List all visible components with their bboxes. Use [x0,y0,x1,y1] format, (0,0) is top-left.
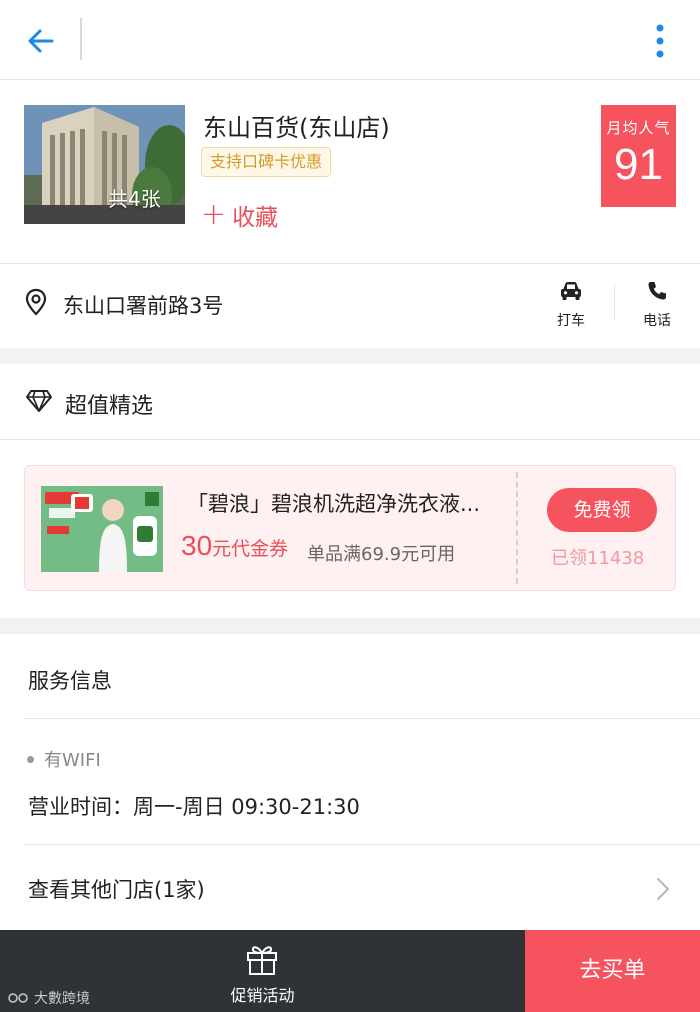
claimed-count: 已领11438 [551,548,645,569]
promotions-button[interactable]: 促销活动 大數跨境 [0,930,525,1012]
gift-icon [247,946,277,975]
popularity-badge: 月均人气 91 [601,105,676,207]
wifi-info: 有WIFI [27,746,101,772]
pay-bill-button[interactable]: 去买单 [525,930,700,1012]
deals-title: 超值精选 [65,394,154,419]
bottom-bar: 促销活动 大數跨境 去买单 [0,930,700,1012]
phone-icon [648,282,666,300]
location-pin-icon [25,288,47,316]
service-title: 服务信息 [28,669,112,693]
section-gap [0,618,700,634]
coupon-card[interactable]: 「碧浪」碧浪机洗超净洗衣液... 30元代金券 单品满69.9元可用 免费领 已… [24,465,676,591]
coupon-title: 「碧浪」碧浪机洗超净洗衣液... [187,492,481,516]
more-button[interactable] [646,18,674,64]
coupon-condition: 单品满69.9元可用 [307,544,456,565]
claim-free-button[interactable]: 免费领 [547,488,657,532]
watermark: 大數跨境 [8,988,90,1008]
popularity-label: 月均人气 [606,119,671,137]
address-row[interactable]: 东山口署前路3号 打车 电话 [0,263,700,348]
photo-count: 共4张 [108,187,161,211]
service-section: 服务信息 有WIFI 营业时间：周一-周日 09:30-21:30 查看其他门店… [0,634,700,930]
watermark-text: 大數跨境 [34,991,90,1007]
car-icon [561,282,581,300]
store-name: 东山百货(东山店) [203,114,390,142]
coupon-product-image [41,486,163,572]
action-divider [614,284,615,320]
coupon-perforation [516,472,518,584]
wifi-label: 有WIFI [44,750,101,771]
back-button[interactable] [18,18,64,64]
favorite-label: 收藏 [232,205,279,231]
popularity-value: 91 [614,140,663,189]
other-stores-row[interactable]: 查看其他门店(1家) [0,845,700,930]
topbar-divider [80,18,82,60]
top-bar [0,0,700,80]
taxi-button[interactable]: 打车 [548,280,594,334]
chevron-right-icon [656,877,670,901]
service-divider [24,718,700,719]
coupon-amount-unit: 元代金券 [212,538,289,560]
deals-header: 超值精选 [0,364,700,440]
diamond-icon [26,390,52,412]
bullet-dot [27,755,34,763]
section-gap [0,348,700,364]
coupon-amount-value: 30 [181,530,213,561]
koubei-card-tag: 支持口碑卡优惠 [201,147,332,177]
store-info: 共4张 东山百货(东山店) 支持口碑卡优惠 + 收藏 月均人气 91 [0,80,700,263]
arrow-left-icon [28,29,54,53]
store-photo[interactable]: 共4张 [24,105,185,224]
address-text: 东山口署前路3号 [63,294,224,318]
other-stores-label: 查看其他门店(1家) [28,878,205,902]
call-label: 电话 [643,313,671,329]
business-hours: 营业时间：周一-周日 09:30-21:30 [28,795,360,819]
coupon-amount: 30元代金券 [181,530,288,562]
taxi-label: 打车 [557,313,585,329]
watermark-logo-icon [8,993,28,1003]
favorite-button[interactable]: + 收藏 [201,198,278,232]
deals-section: 超值精选 「碧浪」碧浪机洗超净洗衣液... 30元代金券 单品满69.9元可用 … [0,364,700,618]
ariel-product-image [41,486,163,572]
plus-icon: + [201,197,227,232]
more-vertical-icon [656,24,664,58]
call-button[interactable]: 电话 [634,280,680,334]
